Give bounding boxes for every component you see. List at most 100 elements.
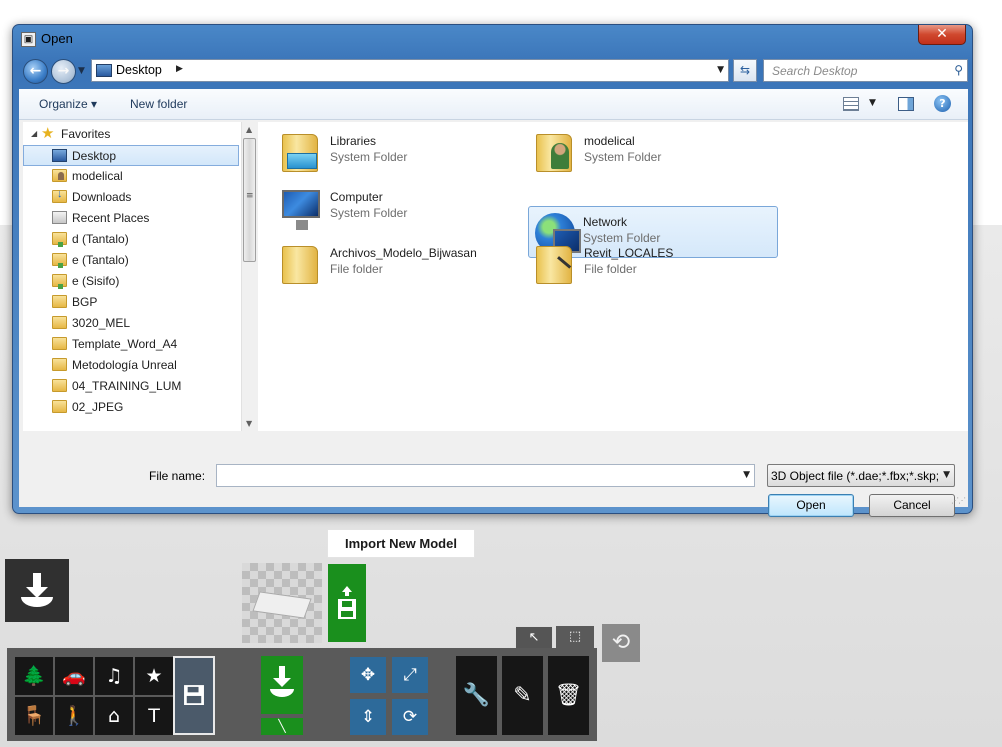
- network-folder-icon: [52, 232, 67, 247]
- category-vehicle-button[interactable]: 🚗: [55, 657, 93, 695]
- tree-item-label: Recent Places: [72, 211, 150, 225]
- tree-item-label: e (Tantalo): [72, 253, 129, 267]
- tree-item-label: e (Sisifo): [72, 274, 120, 288]
- tree-item-modelical[interactable]: modelical: [23, 166, 239, 187]
- scale-button[interactable]: ⤢: [392, 657, 428, 693]
- change-view-icon[interactable]: [843, 97, 859, 111]
- tree-item-bgp[interactable]: BGP: [23, 292, 239, 313]
- navigation-scrollbar[interactable]: ▲ ▼: [241, 122, 257, 431]
- house-icon: ⌂: [107, 705, 121, 727]
- organize-button[interactable]: Organize ▾: [39, 97, 97, 111]
- file-type-select[interactable]: 3D Object file (*.dae;*.fbx;*.skp; ▼: [767, 464, 955, 487]
- tree-item-label: Desktop: [72, 149, 117, 163]
- settings-button[interactable]: 🔧: [456, 656, 497, 735]
- cancel-button[interactable]: Cancel: [869, 494, 955, 517]
- navigation-pane: ◢ ★ Favorites Desktop modelical Download…: [23, 122, 257, 431]
- edit-button[interactable]: ✎: [502, 656, 543, 735]
- file-name: Computer: [330, 190, 383, 204]
- file-name: Libraries: [330, 134, 377, 148]
- breadcrumb-arrow-icon[interactable]: ▶: [176, 64, 183, 74]
- category-effects-button[interactable]: ★: [135, 657, 173, 695]
- tree-item-3020-mel[interactable]: 3020_MEL: [23, 313, 239, 334]
- tree-icon: 🌲: [22, 665, 46, 687]
- tree-item-template-word-a4[interactable]: Template_Word_A4: [23, 334, 239, 355]
- file-type: File folder: [330, 262, 383, 276]
- shortcut-folder-icon: [532, 240, 578, 286]
- search-icon[interactable]: ⚲: [954, 63, 963, 77]
- import-category-button[interactable]: [173, 656, 215, 735]
- file-item-modelical[interactable]: modelical System Folder: [530, 126, 780, 178]
- tree-item-label: Favorites: [61, 127, 111, 141]
- address-dropdown-icon[interactable]: ▼: [717, 65, 724, 75]
- category-tools-button[interactable]: T: [135, 697, 173, 735]
- preview-pane-icon[interactable]: [898, 97, 914, 111]
- pencil-icon: ✎: [513, 683, 532, 708]
- category-sound-button[interactable]: ♫: [95, 657, 133, 695]
- place-model-button[interactable]: [261, 656, 303, 714]
- tree-item-04-training-lum[interactable]: 04_TRAINING_LUM: [23, 376, 239, 397]
- tree-item-downloads[interactable]: Downloads: [23, 187, 239, 208]
- refresh-scene-button[interactable]: ⟲: [602, 624, 640, 662]
- back-button[interactable]: ←: [23, 59, 48, 84]
- import-new-model-button[interactable]: [328, 564, 366, 642]
- scroll-up-arrow-icon[interactable]: ▲: [246, 125, 252, 134]
- delete-button[interactable]: 🗑: [548, 656, 589, 735]
- open-button[interactable]: Open: [768, 494, 854, 517]
- file-name-input[interactable]: ▼: [216, 464, 755, 487]
- close-button[interactable]: ✕: [918, 25, 966, 45]
- scale-icon: ⤢: [403, 665, 417, 685]
- place-options-button[interactable]: ╲: [261, 718, 303, 735]
- category-tree-button[interactable]: 🌲: [15, 657, 53, 695]
- move-button[interactable]: ✥: [350, 657, 386, 693]
- tree-item-desktop[interactable]: Desktop: [23, 145, 239, 166]
- file-item-computer[interactable]: Computer System Folder: [276, 182, 526, 234]
- address-location[interactable]: Desktop: [116, 63, 162, 77]
- view-options-dropdown[interactable]: ▼: [869, 98, 876, 108]
- tree-item-02-jpeg[interactable]: 02_JPEG: [23, 397, 239, 418]
- tree-item-recent-places[interactable]: Recent Places: [23, 208, 239, 229]
- tree-item-favorites[interactable]: ◢ ★ Favorites: [23, 124, 239, 145]
- folder-icon: [52, 295, 67, 308]
- help-icon[interactable]: ?: [934, 95, 951, 112]
- tree-item-metodologia-unreal[interactable]: Metodología Unreal: [23, 355, 239, 376]
- refresh-button[interactable]: ⇆: [733, 59, 757, 82]
- vertical-move-button[interactable]: ⇕: [350, 699, 386, 735]
- title-bar[interactable]: ▣ Open ✕: [13, 25, 972, 53]
- text-wrench-icon: T: [148, 705, 160, 727]
- floppy-upload-icon: [338, 586, 356, 619]
- rotate-button[interactable]: ⟳: [392, 699, 428, 735]
- address-bar[interactable]: Desktop ▶ ▼: [91, 59, 729, 82]
- expand-arrow-icon[interactable]: ◢: [31, 129, 37, 138]
- file-item-revit-locales[interactable]: Revit_LOCALES File folder: [530, 238, 780, 290]
- computer-icon: [278, 184, 324, 230]
- category-building-button[interactable]: ⌂: [95, 697, 133, 735]
- category-people-button[interactable]: 🚶: [55, 697, 93, 735]
- tree-item-d-tantalo[interactable]: d (Tantalo): [23, 229, 239, 250]
- scroll-down-arrow-icon[interactable]: ▼: [246, 419, 252, 428]
- scrollbar-thumb[interactable]: [243, 138, 256, 262]
- new-folder-button[interactable]: New folder: [130, 97, 187, 111]
- recent-locations-dropdown[interactable]: ▼: [78, 66, 85, 76]
- forward-button[interactable]: →: [51, 59, 76, 84]
- file-type: System Folder: [584, 150, 662, 164]
- tree-item-label: Downloads: [72, 190, 132, 204]
- diagonal-line-icon: ╲: [278, 719, 286, 733]
- folder-icon: [278, 240, 324, 286]
- search-input[interactable]: Search Desktop ⚲: [763, 59, 968, 82]
- file-name-dropdown-icon[interactable]: ▼: [743, 470, 750, 480]
- import-tooltip: Import New Model: [327, 529, 475, 558]
- file-item-archivos-modelo-bijwasan[interactable]: Archivos_Modelo_Bijwasan File folder: [276, 238, 526, 290]
- star-icon: ★: [41, 125, 55, 142]
- marquee-mode-tab[interactable]: ⬚: [556, 626, 594, 648]
- folder-icon: [52, 358, 67, 371]
- tree-item-e-sisifo[interactable]: e (Sisifo): [23, 271, 239, 292]
- import-download-icon: [21, 573, 53, 607]
- pointer-mode-tab[interactable]: ↖: [515, 626, 553, 648]
- file-type-dropdown-icon[interactable]: ▼: [943, 470, 950, 480]
- category-furniture-button[interactable]: 🪑: [15, 697, 53, 735]
- file-type: System Folder: [330, 206, 408, 220]
- file-item-libraries[interactable]: Libraries System Folder: [276, 126, 526, 178]
- tree-item-e-tantalo[interactable]: e (Tantalo): [23, 250, 239, 271]
- resize-grip-icon[interactable]: ⋰⋰: [951, 496, 966, 505]
- import-button[interactable]: [5, 559, 69, 622]
